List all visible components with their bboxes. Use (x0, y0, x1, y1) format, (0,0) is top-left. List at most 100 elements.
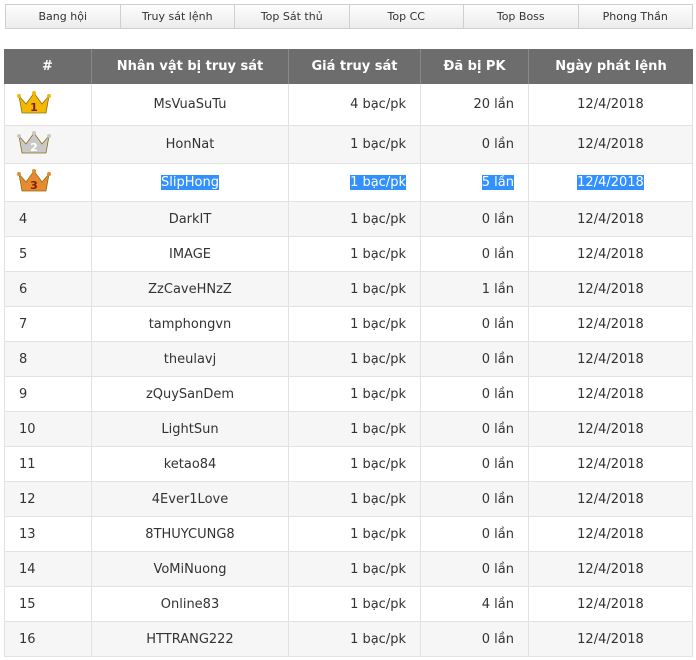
bounty-price-cell: 1 bạc/pk (288, 272, 420, 306)
bounty-price-cell: 1 bạc/pk (288, 552, 420, 586)
pk-count: 0 lần (481, 561, 514, 577)
pk-count: 1 lần (481, 281, 514, 297)
pk-count: 0 lần (481, 631, 514, 647)
issue-date-cell: 12/4/2018 (528, 587, 693, 621)
tab-top-boss[interactable]: Top Boss (463, 4, 579, 29)
player-name-cell: 8THUYCUNG8 (91, 517, 288, 551)
pk-count-cell: 0 lần (420, 622, 528, 656)
tab-bang-hoi[interactable]: Bang hội (5, 4, 121, 29)
issue-date-cell: 12/4/2018 (528, 412, 693, 446)
table-body: 1 MsVuaSuTu 4 bạc/pk 20 lần 12/4/2018 2 HonNat… (4, 84, 693, 657)
bounty-price-cell: 1 bạc/pk (288, 517, 420, 551)
player-name-cell: ketao84 (91, 447, 288, 481)
issue-date-cell: 12/4/2018 (528, 84, 693, 125)
rank-number: 5 (19, 246, 28, 262)
rank-cell: 6 (4, 272, 91, 306)
tab-bar: Bang hội Truy sát lệnh Top Sát thủ Top C… (5, 4, 693, 29)
table-row[interactable]: 3 SlipHong 1 bạc/pk 5 lần 12/4/2018 (4, 164, 693, 202)
issue-date-cell: 12/4/2018 (528, 307, 693, 341)
col-date-header: Ngày phát lệnh (528, 49, 693, 84)
table-row[interactable]: 4 DarkIT 1 bạc/pk 0 lần 12/4/2018 (4, 202, 693, 237)
player-name: tamphongvn (148, 316, 232, 332)
rank-cell: 11 (4, 447, 91, 481)
issue-date: 12/4/2018 (577, 316, 644, 332)
table-row[interactable]: 9 zQuySanDem 1 bạc/pk 0 lần 12/4/2018 (4, 377, 693, 412)
pk-count: 20 lần (473, 97, 515, 112)
bounty-price-cell: 4 bạc/pk (288, 84, 420, 125)
issue-date-cell: 12/4/2018 (528, 517, 693, 551)
crown-icon: 2 (17, 130, 51, 160)
issue-date: 12/4/2018 (577, 631, 644, 647)
bounty-price-cell: 1 bạc/pk (288, 412, 420, 446)
pk-count-cell: 0 lần (420, 307, 528, 341)
player-name: theulavj (163, 351, 217, 367)
table-row[interactable]: 6 ZzCaveHNzZ 1 bạc/pk 1 lần 12/4/2018 (4, 272, 693, 307)
rank-cell: 9 (4, 377, 91, 411)
bounty-price: 1 bạc/pk (350, 281, 406, 297)
pk-count-cell: 4 lần (420, 587, 528, 621)
pk-count-cell: 0 lần (420, 517, 528, 551)
bounty-price: 1 bạc/pk (350, 561, 406, 577)
player-name: Online83 (160, 596, 220, 612)
issue-date-cell: 12/4/2018 (528, 622, 693, 656)
issue-date: 12/4/2018 (577, 526, 644, 542)
player-name-cell: ZzCaveHNzZ (91, 272, 288, 306)
rank-number: 10 (19, 421, 36, 437)
table-row[interactable]: 11 ketao84 1 bạc/pk 0 lần 12/4/2018 (4, 447, 693, 482)
bounty-price: 1 bạc/pk (350, 386, 406, 402)
bounty-price: 1 bạc/pk (350, 526, 406, 542)
rank-number: 13 (19, 526, 36, 542)
pk-count: 0 lần (481, 316, 514, 332)
crown-icon: 3 (17, 168, 51, 198)
issue-date: 12/4/2018 (577, 561, 644, 577)
issue-date-cell: 12/4/2018 (528, 482, 693, 516)
rank-cell: 8 (4, 342, 91, 376)
crown-icon: 1 (17, 90, 51, 120)
tab-phong-than[interactable]: Phong Thần (577, 4, 693, 29)
issue-date: 12/4/2018 (577, 386, 644, 402)
rank-cell: 13 (4, 517, 91, 551)
table-row[interactable]: 15 Online83 1 bạc/pk 4 lần 12/4/2018 (4, 587, 693, 622)
issue-date-cell: 12/4/2018 (528, 447, 693, 481)
rank-cell: 12 (4, 482, 91, 516)
rank-number: 4 (19, 211, 28, 227)
tab-top-sat-thu[interactable]: Top Sát thủ (234, 4, 350, 29)
bounty-price-cell: 1 bạc/pk (288, 126, 420, 163)
issue-date: 12/4/2018 (577, 137, 644, 152)
bounty-price-cell: 1 bạc/pk (288, 377, 420, 411)
table-row[interactable]: 1 MsVuaSuTu 4 bạc/pk 20 lần 12/4/2018 (4, 84, 693, 126)
table-row[interactable]: 2 HonNat 1 bạc/pk 0 lần 12/4/2018 (4, 126, 693, 164)
player-name-cell: HonNat (91, 126, 288, 163)
tab-truy-sat-lenh[interactable]: Truy sát lệnh (119, 4, 235, 29)
bounty-price-cell: 1 bạc/pk (288, 202, 420, 236)
pk-count-cell: 0 lần (420, 412, 528, 446)
issue-date: 12/4/2018 (577, 97, 644, 112)
player-name-cell: HTTRANG222 (91, 622, 288, 656)
rank-cell: 14 (4, 552, 91, 586)
table-row[interactable]: 14 VoMiNuong 1 bạc/pk 0 lần 12/4/2018 (4, 552, 693, 587)
pk-count-cell: 0 lần (420, 482, 528, 516)
table-row[interactable]: 7 tamphongvn 1 bạc/pk 0 lần 12/4/2018 (4, 307, 693, 342)
table-row[interactable]: 12 4Ever1Love 1 bạc/pk 0 lần 12/4/2018 (4, 482, 693, 517)
rank-number: 14 (19, 561, 36, 577)
issue-date: 12/4/2018 (577, 596, 644, 612)
col-price-header: Giá truy sát (288, 49, 420, 84)
table-row[interactable]: 16 HTTRANG222 1 bạc/pk 0 lần 12/4/2018 (4, 622, 693, 657)
table-row[interactable]: 13 8THUYCUNG8 1 bạc/pk 0 lần 12/4/2018 (4, 517, 693, 552)
player-name-cell: zQuySanDem (91, 377, 288, 411)
bounty-price: 1 bạc/pk (350, 316, 406, 332)
table-row[interactable]: 10 LightSun 1 bạc/pk 0 lần 12/4/2018 (4, 412, 693, 447)
bounty-price: 1 bạc/pk (350, 246, 406, 262)
player-name-cell: LightSun (91, 412, 288, 446)
table-row[interactable]: 8 theulavj 1 bạc/pk 0 lần 12/4/2018 (4, 342, 693, 377)
rank-cell: 16 (4, 622, 91, 656)
bounty-price: 1 bạc/pk (350, 456, 406, 472)
tab-top-cc[interactable]: Top CC (348, 4, 464, 29)
bounty-price: 4 bạc/pk (350, 97, 406, 112)
bounty-price-cell: 1 bạc/pk (288, 164, 420, 201)
table-row[interactable]: 5 IMAGE 1 bạc/pk 0 lần 12/4/2018 (4, 237, 693, 272)
pk-count-cell: 0 lần (420, 237, 528, 271)
issue-date-cell: 12/4/2018 (528, 342, 693, 376)
crown-rank-number: 3 (30, 179, 38, 192)
pk-count: 5 lần (481, 175, 514, 190)
